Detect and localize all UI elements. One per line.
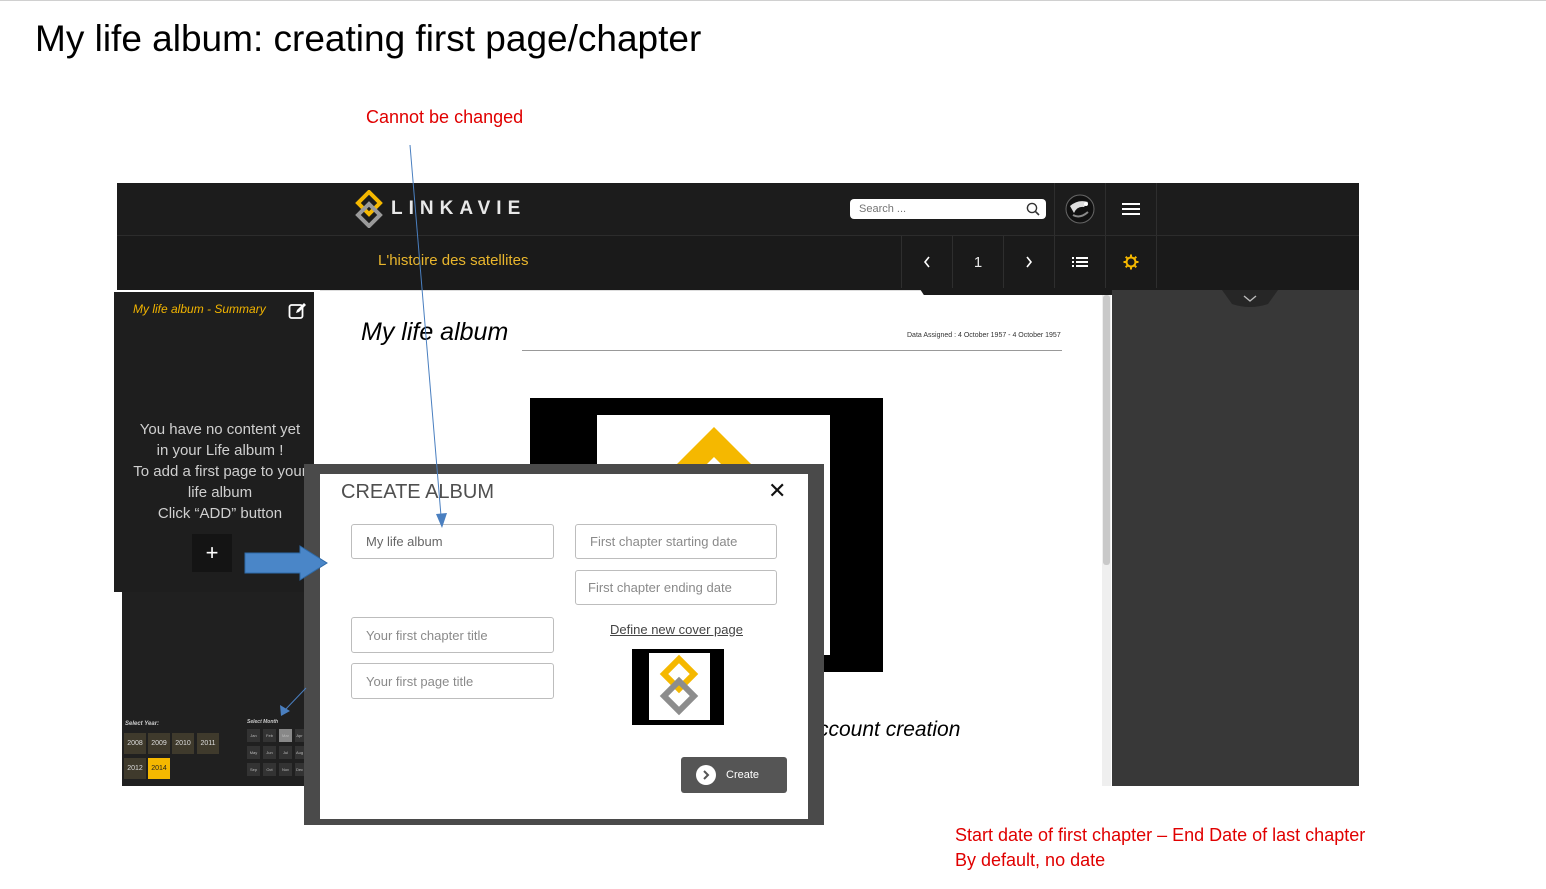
- next-page-button[interactable]: [1004, 236, 1054, 288]
- edit-icon: [288, 303, 306, 319]
- sidebar-calendar-panel: [122, 592, 322, 786]
- empty-message-line: in your Life album !: [156, 442, 284, 459]
- annotation-default-date: By default, no date: [955, 850, 1106, 870]
- header-divider: [1156, 183, 1157, 235]
- close-icon[interactable]: ✕: [768, 480, 786, 502]
- chapter-title-field[interactable]: [351, 617, 554, 653]
- month-chip[interactable]: Aug: [295, 746, 304, 759]
- toolbar-divider: [1156, 236, 1157, 288]
- linkavie-logo-icon: [659, 654, 699, 716]
- dialog-title: CREATE ALBUM: [341, 481, 494, 503]
- month-chip[interactable]: Dec: [295, 763, 304, 776]
- title-divider: [522, 350, 1062, 351]
- annotation-date-range: Start date of first chapter – End Date o…: [955, 825, 1366, 845]
- linkavie-logo[interactable]: LINKAVIE: [355, 189, 526, 229]
- logo-text: LINKAVIE: [391, 198, 527, 219]
- month-chip[interactable]: Jul: [279, 746, 292, 759]
- page-scrollbar-thumb[interactable]: [1103, 295, 1110, 565]
- previous-page-button[interactable]: [902, 236, 952, 288]
- chapter-end-date-field[interactable]: [575, 570, 777, 605]
- define-cover-link[interactable]: Define new cover page: [610, 622, 743, 637]
- year-chip-selected[interactable]: 2014: [148, 758, 170, 779]
- search-input[interactable]: [850, 203, 1019, 215]
- edit-summary-button[interactable]: [288, 301, 308, 326]
- search-icon[interactable]: [1026, 202, 1040, 216]
- search-box[interactable]: [850, 199, 1046, 219]
- empty-message-line: Click “ADD” button: [157, 505, 283, 522]
- list-icon: [1072, 257, 1088, 267]
- empty-album-message: You have no content yet in your Life alb…: [124, 419, 316, 524]
- create-button-label: Create: [726, 769, 760, 781]
- flow-arrow-icon: [244, 545, 328, 581]
- avatar[interactable]: [1062, 189, 1098, 229]
- main-menu-button[interactable]: [1106, 183, 1156, 235]
- month-chip[interactable]: Oct: [263, 763, 276, 776]
- list-view-button[interactable]: [1055, 236, 1105, 288]
- album-name-field[interactable]: [351, 524, 554, 559]
- month-chip[interactable]: Jun: [263, 746, 276, 759]
- album-toolbar: [117, 235, 1359, 290]
- year-chip[interactable]: 2009: [148, 733, 170, 754]
- slide-top-border: [0, 0, 1546, 1]
- header-divider: [1054, 183, 1055, 235]
- hamburger-icon: [1122, 203, 1140, 215]
- cover-thumbnail: [649, 653, 710, 720]
- album-name: L'histoire des satellites: [378, 252, 529, 269]
- empty-message-line: You have no content yet: [139, 421, 301, 438]
- year-chip[interactable]: 2008: [124, 733, 146, 754]
- page-title-field[interactable]: [351, 663, 554, 699]
- month-chip[interactable]: Jan: [247, 729, 260, 742]
- chevron-left-icon: [923, 256, 930, 268]
- slide-title: My life album: creating first page/chapt…: [35, 18, 702, 59]
- user-avatar-icon: [1065, 194, 1095, 224]
- month-chip[interactable]: Feb: [263, 729, 276, 742]
- year-chip[interactable]: 2011: [197, 733, 219, 754]
- app-header: [117, 183, 1359, 235]
- gear-icon: [1123, 254, 1139, 270]
- page-number: 1: [973, 253, 983, 271]
- settings-button[interactable]: [1106, 236, 1156, 288]
- chevron-right-icon: [1026, 256, 1033, 268]
- month-chip[interactable]: May: [247, 746, 260, 759]
- linkavie-logo-icon: [355, 190, 383, 228]
- month-chip[interactable]: Sep: [247, 763, 260, 776]
- arrow-right-circle-icon: [696, 765, 716, 785]
- annotation-cannot-change: Cannot be changed: [366, 107, 524, 127]
- empty-message-line: To add a first page to your: [133, 463, 307, 480]
- empty-message-line: life album: [187, 484, 253, 501]
- dates-assigned: Data Assigned : 4 October 1957 - 4 Octob…: [907, 332, 1061, 339]
- toolbar-bottom-edge: [920, 289, 1112, 295]
- collapse-panel-chevron-icon[interactable]: [1222, 290, 1278, 308]
- page-title: My life album: [361, 318, 509, 346]
- month-chip[interactable]: Nov: [279, 763, 292, 776]
- select-month-label: Select Month: [247, 719, 279, 725]
- right-panel: [1112, 290, 1359, 786]
- chapter-start-date-field[interactable]: [575, 524, 777, 559]
- month-chip[interactable]: Apr: [295, 729, 304, 742]
- year-chip[interactable]: 2012: [124, 758, 146, 779]
- create-button[interactable]: Create: [681, 757, 787, 793]
- summary-title: My life album - Summary: [133, 302, 266, 316]
- month-chip-selected[interactable]: Mar: [279, 729, 292, 742]
- page-caption: ccount creation: [818, 718, 961, 741]
- year-chip[interactable]: 2010: [172, 733, 194, 754]
- select-year-label: Select Year:: [125, 721, 160, 727]
- add-button[interactable]: +: [192, 534, 232, 572]
